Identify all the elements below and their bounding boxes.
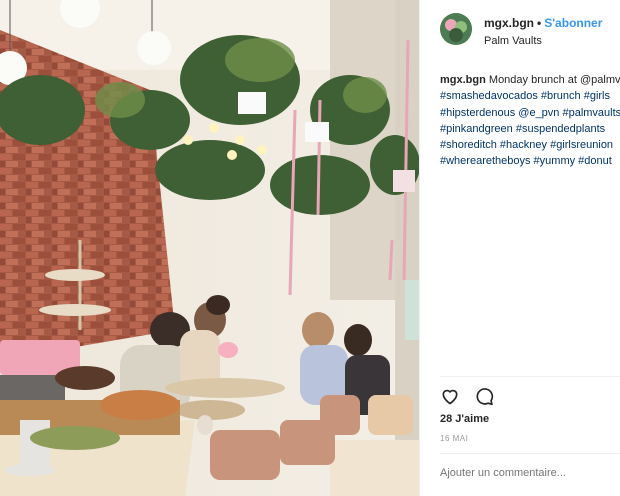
username-link[interactable]: mgx.bgn [484, 16, 534, 30]
caption-line[interactable]: #pinkandgreen #suspendedplants [440, 121, 620, 137]
username-line: mgx.bgn • S'abonner [484, 16, 602, 30]
caption-line[interactable]: #smashedavocados #brunch #girls [440, 88, 620, 104]
cafe-photo-illustration [0, 0, 419, 496]
post-header: mgx.bgn • S'abonner Palm Vaults [440, 13, 620, 53]
post-photo[interactable] [0, 0, 419, 496]
likes-count[interactable]: 28 J'aime [440, 413, 489, 425]
follow-button[interactable]: S'abonner [544, 16, 602, 30]
caption-username[interactable]: mgx.bgn [440, 74, 486, 86]
separator-dot: • [537, 16, 542, 30]
divider [440, 453, 620, 454]
comment-input[interactable] [440, 467, 600, 479]
post-sidebar: mgx.bgn • S'abonner Palm Vaults mgx.bgn Mo… [419, 0, 620, 496]
caption-text: Monday brunch at @palmvaults [488, 74, 620, 86]
post-date: 16 MAI [440, 434, 469, 443]
post-caption: mgx.bgn Monday brunch at @palmvaults #sm… [440, 72, 620, 170]
avatar[interactable] [440, 13, 472, 45]
comment-icon[interactable] [474, 386, 494, 406]
caption-line[interactable]: #shoreditch #hackney #girlsreunion [440, 137, 620, 153]
caption-line[interactable]: #hipsterdenous @e_pvn #palmvaults [440, 105, 620, 121]
location-link[interactable]: Palm Vaults [484, 35, 542, 47]
caption-line[interactable]: #wherearetheboys #yummy #donut [440, 153, 620, 169]
heart-icon[interactable] [440, 386, 460, 406]
divider [440, 376, 620, 377]
caption-line: mgx.bgn Monday brunch at @palmvaults [440, 72, 620, 88]
